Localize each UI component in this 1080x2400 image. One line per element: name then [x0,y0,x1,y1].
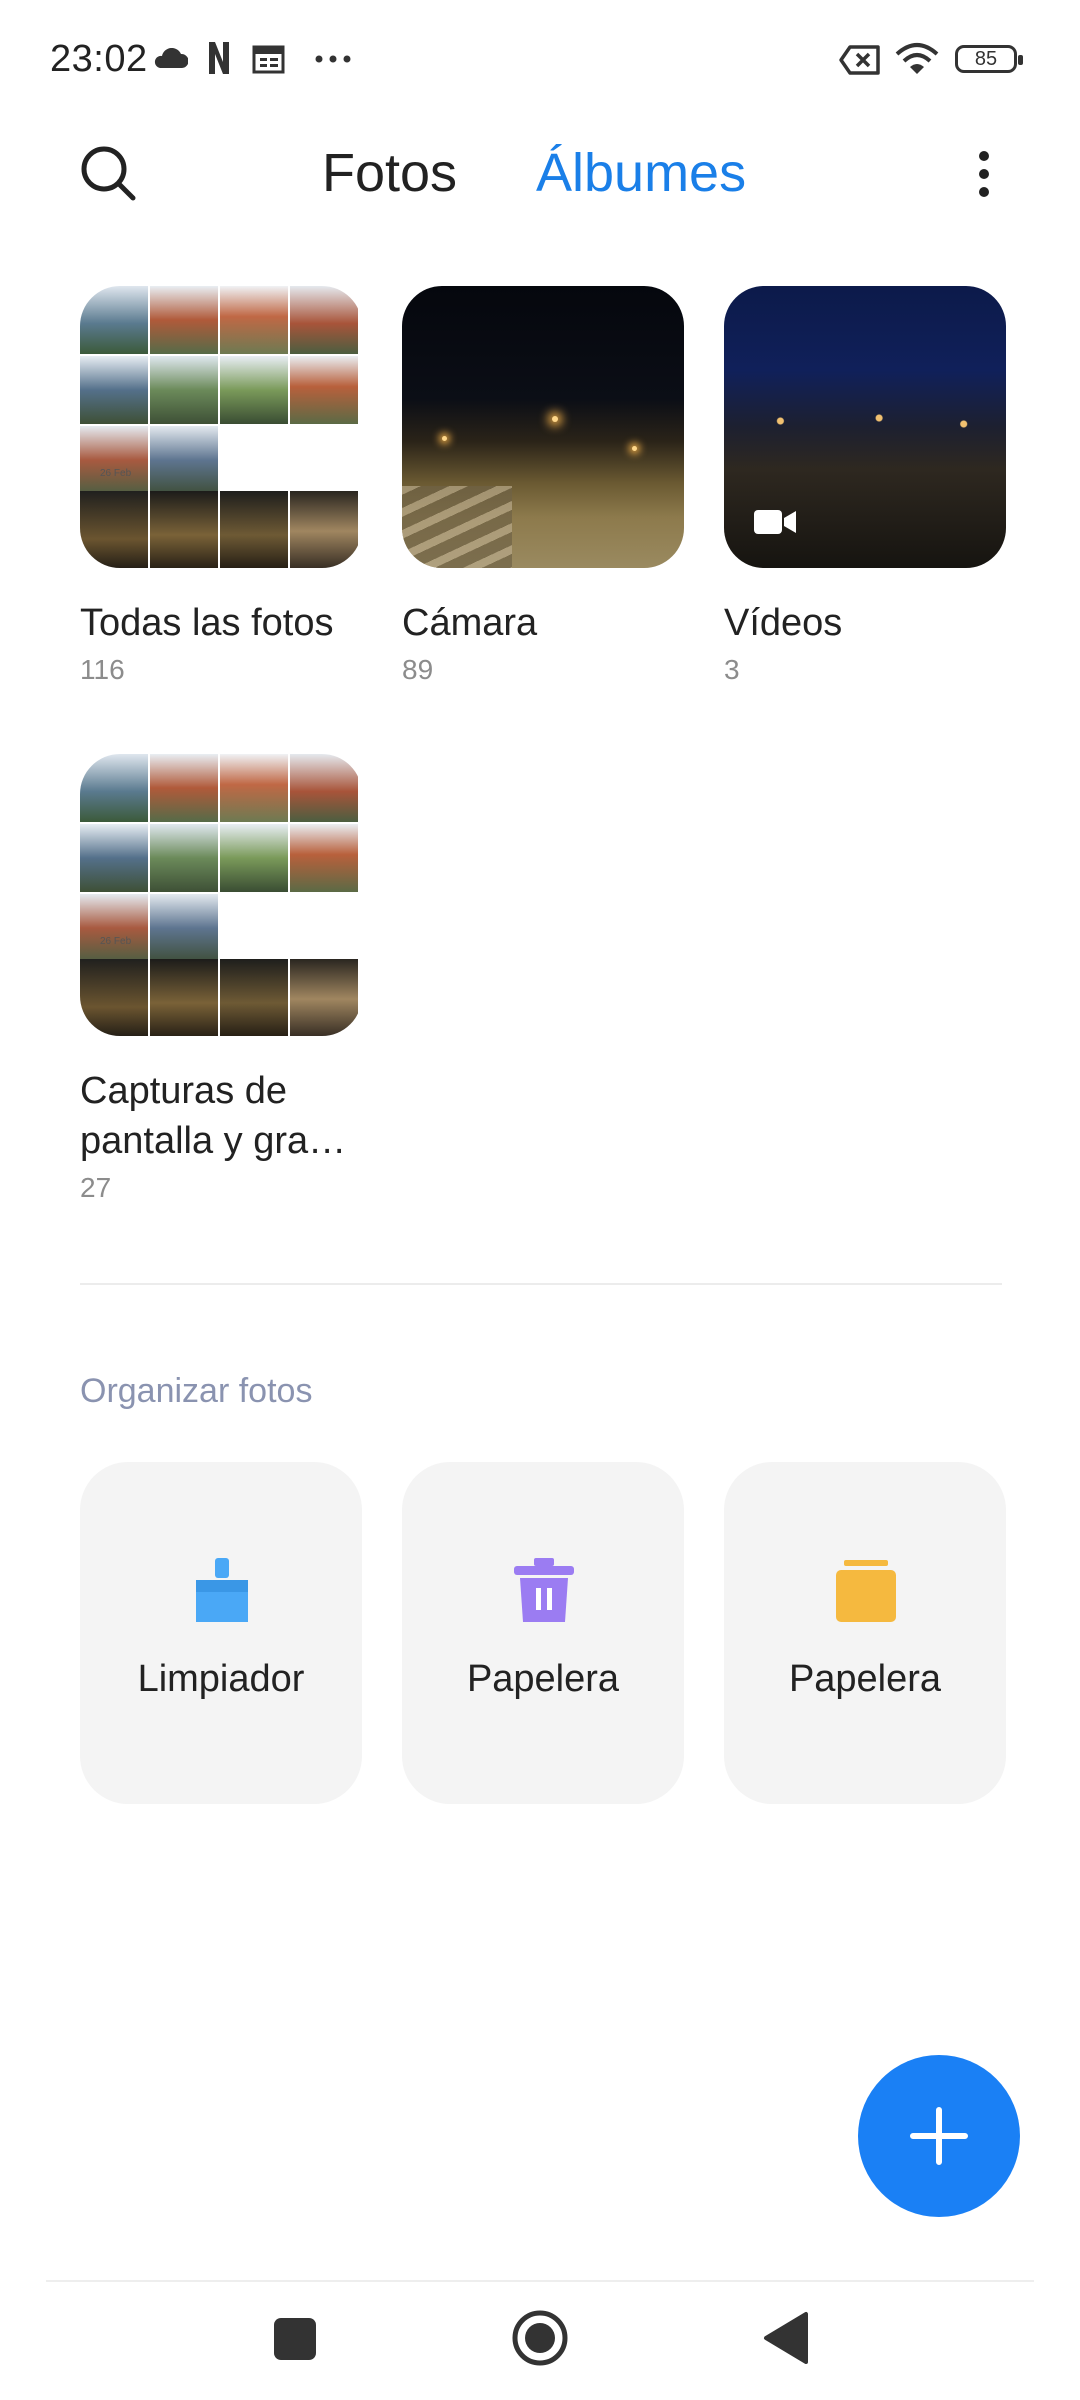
tool-label: Papelera [466,1658,620,1700]
album-count: 27 [80,1172,112,1203]
album-name: Capturas de pantalla y gra… [80,1066,362,1166]
album-count: 3 [724,654,740,685]
folder-icon [836,1560,896,1622]
album-camara[interactable]: Cámara 89 [402,286,684,686]
tab-albumes[interactable]: Álbumes [536,142,746,204]
collage-date: 26 Feb [100,936,132,947]
more-options-icon[interactable] [974,148,994,200]
album-thumbnail [724,286,1006,568]
search-icon[interactable] [78,143,138,203]
album-name: Cámara [402,602,538,644]
tool-papelera[interactable]: Papelera [402,1462,684,1804]
cleaner-brush-icon [196,1558,248,1622]
section-title-organizar: Organizar fotos [80,1372,313,1410]
album-name-line2: pantalla y gra… [80,1120,347,1162]
tab-fotos[interactable]: Fotos [322,142,457,204]
no-sim-icon [839,45,880,75]
album-videos[interactable]: Vídeos 3 [724,286,1006,686]
tool-papelera-2[interactable]: Papelera [724,1462,1006,1804]
back-button[interactable] [760,2310,812,2366]
album-todas-las-fotos[interactable]: 26 Feb Todas las fotos 116 [80,286,362,686]
video-camera-icon [754,510,796,534]
album-name-line1: Capturas de [80,1070,288,1112]
tool-label: Limpiador [137,1658,305,1700]
nav-divider [46,2280,1034,2282]
netflix-icon [209,42,229,74]
more-notifications-icon [315,55,351,63]
plus-icon [910,2107,968,2165]
status-time: 23:02 [50,38,148,80]
tool-limpiador[interactable]: Limpiador [80,1462,362,1804]
album-thumbnail [402,286,684,568]
recents-button[interactable] [272,2316,318,2362]
add-album-button[interactable] [858,2055,1020,2217]
album-capturas[interactable]: 26 Feb Capturas de pantalla y gra… 27 [80,754,362,1204]
tool-label: Papelera [788,1658,942,1700]
album-thumbnail: 26 Feb [80,754,362,1036]
album-count: 89 [402,654,434,685]
battery-indicator: 85 [955,45,1023,73]
home-button[interactable] [510,2308,570,2368]
collage-date: 26 Feb [100,468,132,479]
album-count: 116 [80,654,125,685]
wifi-icon [895,43,939,74]
album-thumbnail: 26 Feb [80,286,362,568]
divider [80,1283,1002,1285]
calendar-icon [252,45,285,74]
album-name: Todas las fotos [80,602,334,644]
cloud-icon [154,48,188,68]
album-name: Vídeos [724,602,843,644]
status-bar: 23:02 85 [0,0,1080,120]
trash-icon [514,1558,574,1622]
